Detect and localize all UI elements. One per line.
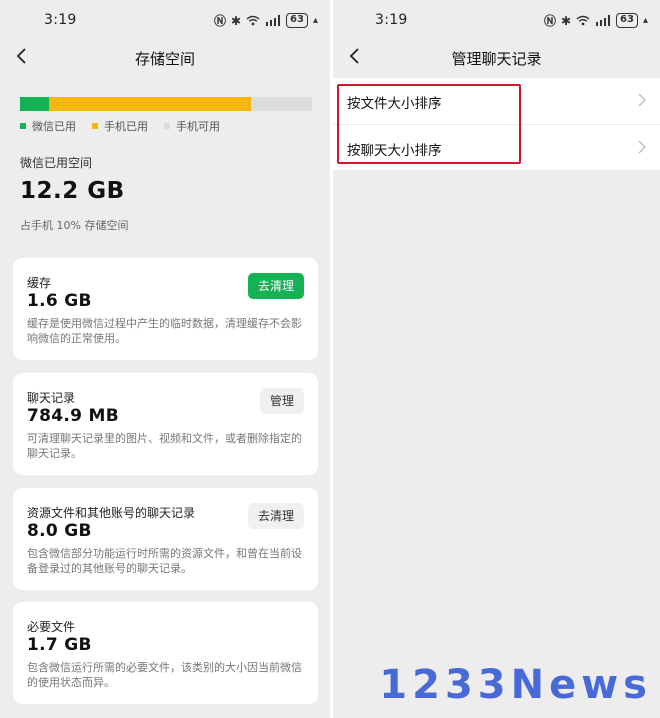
legend-swatch: [20, 123, 26, 129]
charging-icon: ▴: [312, 15, 318, 26]
legend-label: 手机已用: [104, 120, 148, 133]
card-title: 缓存: [27, 276, 52, 290]
bluetooth-icon: ✱: [230, 13, 242, 28]
chevron-right-icon: [638, 140, 646, 154]
battery-indicator: 63: [286, 13, 308, 28]
status-icons: Ⓝ ✱ 63 ▴: [544, 12, 648, 29]
card-description: 包含微信运行所需的必要文件，该类别的大小因当前微信的使用状态而异。: [27, 661, 302, 689]
battery-indicator: 63: [616, 13, 638, 28]
list-item-label: 按聊天大小排序: [347, 143, 442, 159]
status-bar: 3:19 Ⓝ ✱ 63 ▴: [0, 0, 330, 40]
nfc-icon: Ⓝ: [213, 14, 226, 28]
sort-by-file-size-item[interactable]: 按文件大小排序: [333, 78, 660, 124]
legend-swatch: [164, 123, 170, 129]
wechat-used-label: 微信已用空间: [20, 156, 93, 170]
card-description: 可清理聊天记录里的图片、视频和文件，或者删除指定的聊天记录。: [27, 432, 302, 460]
card-size: 1.6 GB: [27, 291, 92, 311]
phone-used-segment: [49, 97, 251, 111]
card-size: 8.0 GB: [27, 521, 92, 541]
status-time: 3:19: [375, 12, 408, 28]
card-description: 包含微信部分功能运行时所需的资源文件，和曾在当前设备登录过的其他账号的聊天记录。: [27, 547, 302, 575]
resource-files-card: 资源文件和其他账号的聊天记录 8.0 GB 包含微信部分功能运行时所需的资源文件…: [13, 488, 318, 590]
status-bar: 3:19 Ⓝ ✱ 63 ▴: [333, 0, 660, 40]
status-icons: Ⓝ ✱ 63 ▴: [214, 12, 318, 29]
status-time: 3:19: [44, 12, 77, 28]
wifi-icon: [246, 15, 260, 26]
sort-options-list: 按文件大小排序 按聊天大小排序: [333, 78, 660, 170]
sort-by-chat-size-item[interactable]: 按聊天大小排序: [333, 124, 660, 170]
signal-icon: [265, 15, 281, 26]
card-title: 聊天记录: [27, 391, 76, 405]
nav-bar: 存储空间: [0, 40, 330, 76]
nfc-icon: Ⓝ: [543, 14, 556, 28]
storage-screen: 3:19 Ⓝ ✱ 63 ▴ 存储空间 微信已用 手机已用 手机可用 微信已用空间…: [0, 0, 330, 718]
essential-files-card: 必要文件 1.7 GB 包含微信运行所需的必要文件，该类别的大小因当前微信的使用…: [13, 602, 318, 704]
list-item-label: 按文件大小排序: [347, 96, 442, 112]
card-title: 必要文件: [27, 620, 76, 634]
legend-label: 微信已用: [32, 120, 76, 133]
nav-bar: 管理聊天记录: [333, 40, 660, 76]
clean-resource-files-button[interactable]: 去清理: [247, 503, 304, 529]
chevron-right-icon: [638, 93, 646, 107]
legend-swatch: [92, 123, 98, 129]
wifi-icon: [576, 15, 590, 26]
card-size: 1.7 GB: [27, 635, 92, 655]
wechat-used-note: 占手机 10% 存储空间: [20, 219, 129, 232]
card-size: 784.9 MB: [27, 406, 119, 426]
manage-chat-history-button[interactable]: 管理: [259, 388, 304, 414]
wechat-used-segment: [20, 97, 50, 111]
card-title: 资源文件和其他账号的聊天记录: [27, 506, 196, 520]
legend-phone-used: 手机已用: [92, 118, 148, 134]
watermark-logo: 1233News: [379, 662, 652, 708]
storage-usage-bar: [20, 97, 312, 111]
page-title: 管理聊天记录: [451, 50, 542, 68]
clean-cache-button[interactable]: 去清理: [247, 273, 304, 299]
charging-icon: ▴: [642, 15, 648, 26]
legend-phone-free: 手机可用: [164, 118, 220, 134]
cache-card: 缓存 1.6 GB 缓存是使用微信过程中产生的临时数据，清理缓存不会影响微信的正…: [13, 258, 318, 360]
card-description: 缓存是使用微信过程中产生的临时数据，清理缓存不会影响微信的正常使用。: [27, 317, 302, 345]
page-title: 存储空间: [134, 50, 195, 68]
bluetooth-icon: ✱: [560, 13, 572, 28]
wechat-used-value: 12.2 GB: [20, 178, 125, 204]
legend-wechat-used: 微信已用: [20, 118, 76, 134]
manage-chat-history-screen: 3:19 Ⓝ ✱ 63 ▴ 管理聊天记录 按文件大小排序 按聊天大小排序: [333, 0, 660, 718]
storage-legend: 微信已用 手机已用 手机可用: [20, 118, 220, 134]
legend-label: 手机可用: [176, 120, 220, 133]
signal-icon: [595, 15, 611, 26]
chat-history-card: 聊天记录 784.9 MB 可清理聊天记录里的图片、视频和文件，或者删除指定的聊…: [13, 373, 318, 475]
